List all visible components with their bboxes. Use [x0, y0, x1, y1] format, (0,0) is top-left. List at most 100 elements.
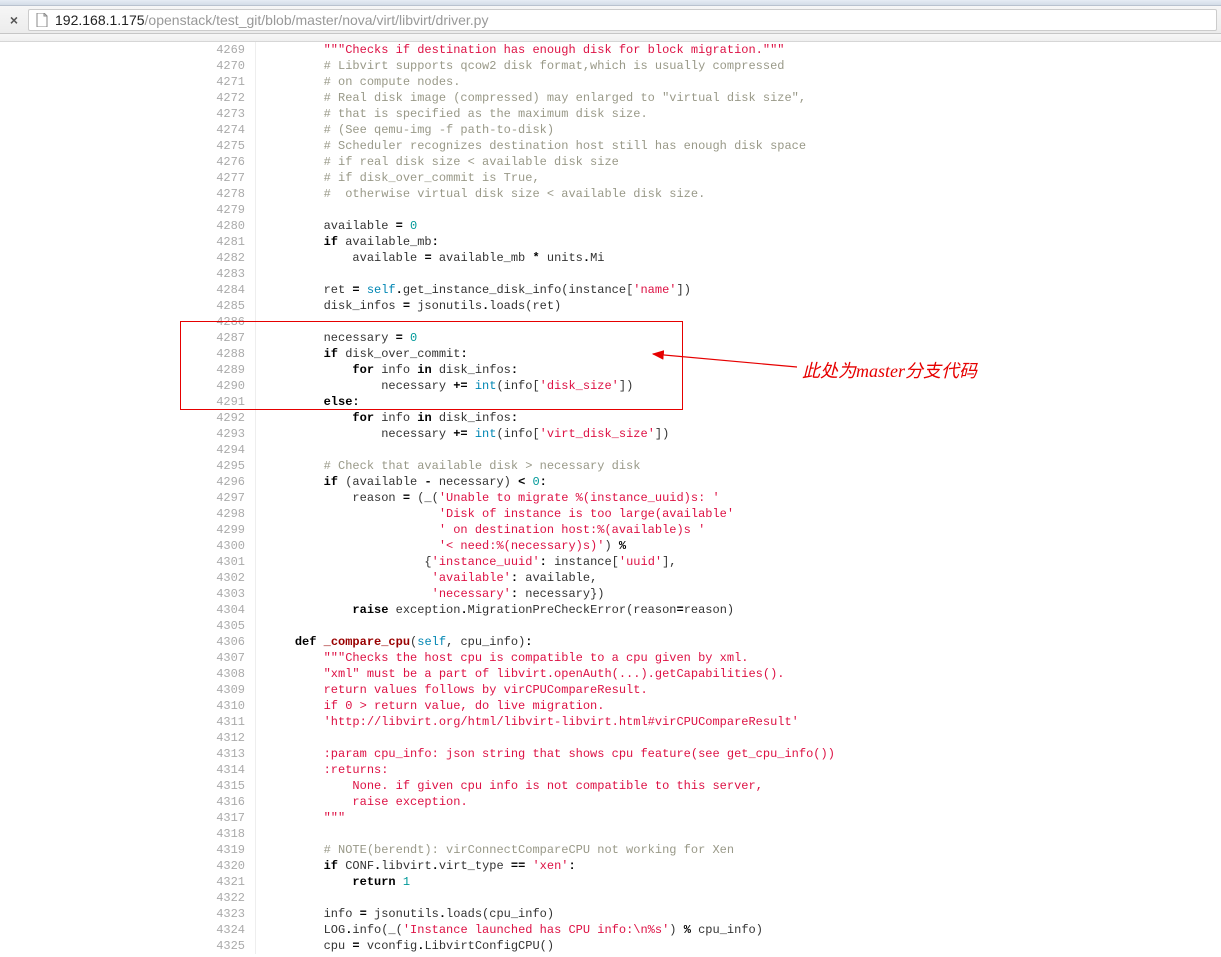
code-line: for info in disk_infos: [266, 410, 835, 426]
line-number[interactable]: 4304 [196, 602, 255, 618]
line-number[interactable]: 4290 [196, 378, 255, 394]
line-number[interactable]: 4281 [196, 234, 255, 250]
code-line: LOG.info(_('Instance launched has CPU in… [266, 922, 835, 938]
code-line: # if real disk size < available disk siz… [266, 154, 835, 170]
line-number[interactable]: 4282 [196, 250, 255, 266]
line-number[interactable]: 4289 [196, 362, 255, 378]
code-line [266, 890, 835, 906]
code-line: def _compare_cpu(self, cpu_info): [266, 634, 835, 650]
code-line [266, 618, 835, 634]
code-line: return values follows by virCPUCompareRe… [266, 682, 835, 698]
line-number[interactable]: 4325 [196, 938, 255, 954]
line-number[interactable]: 4272 [196, 90, 255, 106]
line-number[interactable]: 4279 [196, 202, 255, 218]
code-line: # Check that available disk > necessary … [266, 458, 835, 474]
line-number[interactable]: 4311 [196, 714, 255, 730]
line-number[interactable]: 4322 [196, 890, 255, 906]
line-number[interactable]: 4291 [196, 394, 255, 410]
line-number[interactable]: 4294 [196, 442, 255, 458]
line-number[interactable]: 4273 [196, 106, 255, 122]
code-line: raise exception. [266, 794, 835, 810]
code-line: # that is specified as the maximum disk … [266, 106, 835, 122]
line-number[interactable]: 4271 [196, 74, 255, 90]
code-line: if available_mb: [266, 234, 835, 250]
code-line: for info in disk_infos: [266, 362, 835, 378]
blob-wrapper: 4269427042714272427342744275427642774278… [196, 42, 1156, 954]
code-line: ret = self.get_instance_disk_info(instan… [266, 282, 835, 298]
code-line: available = 0 [266, 218, 835, 234]
line-number[interactable]: 4302 [196, 570, 255, 586]
code-line: info = jsonutils.loads(cpu_info) [266, 906, 835, 922]
line-number[interactable]: 4300 [196, 538, 255, 554]
code-line: """ [266, 810, 835, 826]
line-number[interactable]: 4307 [196, 650, 255, 666]
line-number[interactable]: 4269 [196, 42, 255, 58]
line-number[interactable]: 4318 [196, 826, 255, 842]
code-line: """Checks if destination has enough disk… [266, 42, 835, 58]
line-number[interactable]: 4313 [196, 746, 255, 762]
line-number[interactable]: 4315 [196, 778, 255, 794]
url-input[interactable]: 192.168.1.175/openstack/test_git/blob/ma… [28, 9, 1217, 31]
code-line: disk_infos = jsonutils.loads(ret) [266, 298, 835, 314]
code-line [266, 314, 835, 330]
browser-address-bar: × 192.168.1.175/openstack/test_git/blob/… [0, 6, 1221, 34]
line-number[interactable]: 4320 [196, 858, 255, 874]
line-number[interactable]: 4284 [196, 282, 255, 298]
line-number[interactable]: 4314 [196, 762, 255, 778]
line-number[interactable]: 4285 [196, 298, 255, 314]
line-number[interactable]: 4293 [196, 426, 255, 442]
line-number[interactable]: 4286 [196, 314, 255, 330]
code-line: """Checks the host cpu is compatible to … [266, 650, 835, 666]
line-number[interactable]: 4308 [196, 666, 255, 682]
line-number[interactable]: 4298 [196, 506, 255, 522]
code-line: # NOTE(berendt): virConnectCompareCPU no… [266, 842, 835, 858]
tab-close-button[interactable]: × [8, 14, 20, 26]
code-line: 'http://libvirt.org/html/libvirt-libvirt… [266, 714, 835, 730]
line-number[interactable]: 4309 [196, 682, 255, 698]
code-line: # Real disk image (compressed) may enlar… [266, 90, 835, 106]
line-number[interactable]: 4292 [196, 410, 255, 426]
line-number[interactable]: 4324 [196, 922, 255, 938]
browser-toolbar-shadow [0, 34, 1221, 42]
line-number[interactable]: 4275 [196, 138, 255, 154]
line-number[interactable]: 4301 [196, 554, 255, 570]
code-line: :returns: [266, 762, 835, 778]
line-number[interactable]: 4270 [196, 58, 255, 74]
line-number[interactable]: 4323 [196, 906, 255, 922]
code-line: 'Disk of instance is too large(available… [266, 506, 835, 522]
line-number[interactable]: 4287 [196, 330, 255, 346]
code-line: # (See qemu-img -f path-to-disk) [266, 122, 835, 138]
line-number[interactable]: 4305 [196, 618, 255, 634]
line-number[interactable]: 4297 [196, 490, 255, 506]
code-line: if 0 > return value, do live migration. [266, 698, 835, 714]
line-number[interactable]: 4283 [196, 266, 255, 282]
line-number[interactable]: 4274 [196, 122, 255, 138]
line-number[interactable]: 4310 [196, 698, 255, 714]
line-number[interactable]: 4280 [196, 218, 255, 234]
code-body[interactable]: """Checks if destination has enough disk… [256, 42, 835, 954]
code-line: :param cpu_info: json string that shows … [266, 746, 835, 762]
line-number[interactable]: 4278 [196, 186, 255, 202]
line-number[interactable]: 4277 [196, 170, 255, 186]
code-line: cpu = vconfig.LibvirtConfigCPU() [266, 938, 835, 954]
code-line: if CONF.libvirt.virt_type == 'xen': [266, 858, 835, 874]
line-number[interactable]: 4295 [196, 458, 255, 474]
line-number[interactable]: 4299 [196, 522, 255, 538]
line-number[interactable]: 4319 [196, 842, 255, 858]
line-number[interactable]: 4317 [196, 810, 255, 826]
page: 4269427042714272427342744275427642774278… [0, 42, 1221, 954]
line-number[interactable]: 4312 [196, 730, 255, 746]
code-box: 4269427042714272427342744275427642774278… [196, 42, 1156, 954]
line-number[interactable]: 4321 [196, 874, 255, 890]
url-host: 192.168.1.175 [55, 12, 145, 28]
line-number[interactable]: 4296 [196, 474, 255, 490]
line-number[interactable]: 4316 [196, 794, 255, 810]
line-number[interactable]: 4276 [196, 154, 255, 170]
line-number[interactable]: 4306 [196, 634, 255, 650]
code-line: if (available - necessary) < 0: [266, 474, 835, 490]
code-line [266, 266, 835, 282]
code-line [266, 202, 835, 218]
line-number[interactable]: 4288 [196, 346, 255, 362]
code-line [266, 826, 835, 842]
line-number[interactable]: 4303 [196, 586, 255, 602]
